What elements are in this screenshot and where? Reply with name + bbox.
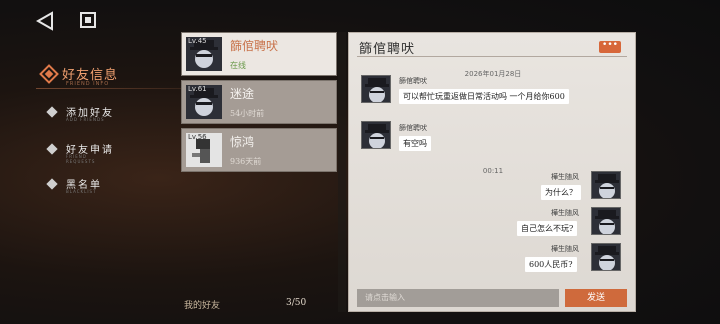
- nav-item-sub: FRIEND REQUESTS: [66, 154, 96, 164]
- diamond-icon: [46, 105, 58, 118]
- chat-title: 篩倌聘吠: [359, 42, 416, 57]
- friend-item[interactable]: Lv.61 迷途 54小时前: [181, 80, 337, 124]
- back-triangle-icon[interactable]: [34, 10, 56, 32]
- message-bubble: 600人民币?: [525, 257, 577, 272]
- avatar: [591, 207, 621, 235]
- friend-name: 惊鸿: [230, 135, 255, 149]
- panel-separator: [338, 32, 346, 312]
- message-bubble: 为什么？: [541, 185, 581, 200]
- message-bubble: 可以帮忙玩重返做日常活动吗 一个月给你600: [399, 89, 569, 104]
- chat-divider: [357, 56, 627, 57]
- friend-status: 54小时前: [230, 109, 265, 118]
- friend-name: 篩倌聘吠: [230, 39, 279, 53]
- friend-item[interactable]: Lv.45 篩倌聘吠 在线: [181, 32, 337, 76]
- send-button[interactable]: 发送: [565, 289, 627, 307]
- avatar: [591, 171, 621, 199]
- avatar: [591, 243, 621, 271]
- nav-friend-requests[interactable]: 好友申请 FRIEND REQUESTS: [46, 141, 114, 164]
- nav-blacklist[interactable]: 黑名单 BLACKLIST: [46, 176, 102, 194]
- level-badge: Lv.45: [188, 37, 207, 45]
- chat-date: 2026年01月28日: [464, 70, 522, 78]
- level-badge: Lv.61: [188, 85, 207, 93]
- message-sender: 篩倌聘吠: [399, 77, 427, 85]
- diamond-icon: [46, 142, 58, 155]
- avatar: [361, 75, 391, 103]
- my-friends-label: 我的好友: [184, 301, 221, 311]
- message-sender: 樺生随风: [551, 173, 579, 181]
- more-options-button[interactable]: •••: [599, 41, 621, 53]
- home-square-icon[interactable]: [80, 12, 96, 28]
- level-badge: Lv.56: [188, 133, 207, 141]
- nav-add-friends[interactable]: 添加好友 ADD FRIENDS: [46, 104, 114, 122]
- message-bubble: 有空吗: [399, 136, 431, 151]
- message-sender: 樺生随风: [551, 209, 579, 217]
- chat-panel: 篩倌聘吠 ••• 2026年01月28日 篩倌聘吠 可以帮忙玩重返做日常活动吗 …: [348, 32, 636, 312]
- message-input[interactable]: 请点击输入: [357, 289, 559, 307]
- friend-name: 迷途: [230, 87, 255, 101]
- nav-item-sub: ADD FRIENDS: [66, 117, 105, 122]
- nav-item-sub: BLACKLIST: [66, 189, 97, 194]
- avatar: [361, 121, 391, 149]
- diamond-icon: [39, 63, 59, 84]
- message-sender: 樺生随风: [551, 245, 579, 253]
- diamond-icon: [46, 177, 58, 190]
- friend-status: 936天前: [230, 157, 262, 166]
- friend-item[interactable]: Lv.56 惊鸿 936天前: [181, 128, 337, 172]
- friend-status: 在线: [230, 61, 246, 70]
- nav-friend-info[interactable]: 好友信息 FRIEND INFO: [39, 63, 118, 87]
- nav-title-sub: FRIEND INFO: [66, 81, 110, 87]
- message-sender: 篩倌聘吠: [399, 124, 427, 132]
- friend-count: 3/50: [286, 298, 307, 308]
- message-bubble: 自己怎么不玩?: [517, 221, 578, 236]
